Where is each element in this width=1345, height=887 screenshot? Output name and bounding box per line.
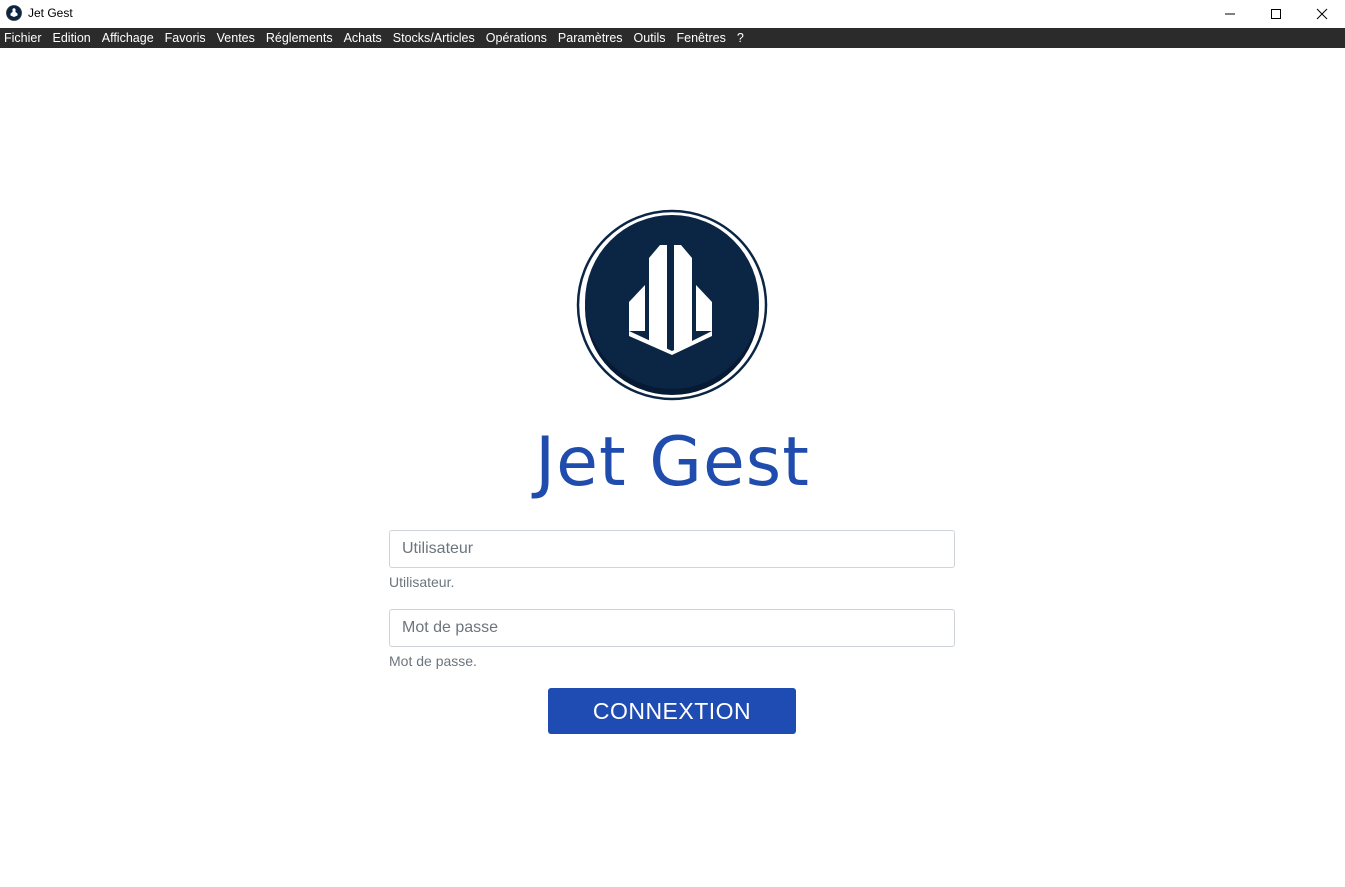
minimize-button[interactable] bbox=[1207, 0, 1253, 28]
menu-reglements[interactable]: Réglements bbox=[261, 28, 339, 48]
window-title: Jet Gest bbox=[28, 6, 73, 20]
menu-achats[interactable]: Achats bbox=[339, 28, 388, 48]
login-button[interactable]: CONNEXTION bbox=[548, 688, 796, 734]
minimize-icon bbox=[1225, 13, 1235, 15]
close-button[interactable] bbox=[1299, 0, 1345, 28]
menu-operations[interactable]: Opérations bbox=[481, 28, 553, 48]
menu-favoris[interactable]: Favoris bbox=[160, 28, 212, 48]
app-name-heading: Jet Gest bbox=[535, 423, 810, 502]
password-input[interactable] bbox=[389, 609, 955, 647]
maximize-button[interactable] bbox=[1253, 0, 1299, 28]
menu-stocks-articles[interactable]: Stocks/Articles bbox=[388, 28, 481, 48]
menu-fenetres[interactable]: Fenêtres bbox=[671, 28, 731, 48]
username-help-text: Utilisateur. bbox=[389, 574, 455, 590]
window-titlebar: Jet Gest bbox=[0, 0, 1345, 28]
menu-ventes[interactable]: Ventes bbox=[212, 28, 261, 48]
menu-affichage[interactable]: Affichage bbox=[97, 28, 160, 48]
password-help-text: Mot de passe. bbox=[389, 653, 477, 669]
jet-gest-logo-icon bbox=[576, 209, 768, 401]
maximize-icon bbox=[1271, 9, 1281, 19]
app-logo-icon bbox=[6, 5, 22, 21]
menu-fichier[interactable]: Fichier bbox=[0, 28, 48, 48]
menubar: Fichier Edition Affichage Favoris Ventes… bbox=[0, 28, 1345, 48]
close-icon bbox=[1316, 8, 1328, 20]
username-input[interactable] bbox=[389, 530, 955, 568]
menu-help[interactable]: ? bbox=[732, 28, 750, 48]
menu-outils[interactable]: Outils bbox=[629, 28, 672, 48]
menu-parametres[interactable]: Paramètres bbox=[553, 28, 629, 48]
menu-edition[interactable]: Edition bbox=[48, 28, 97, 48]
